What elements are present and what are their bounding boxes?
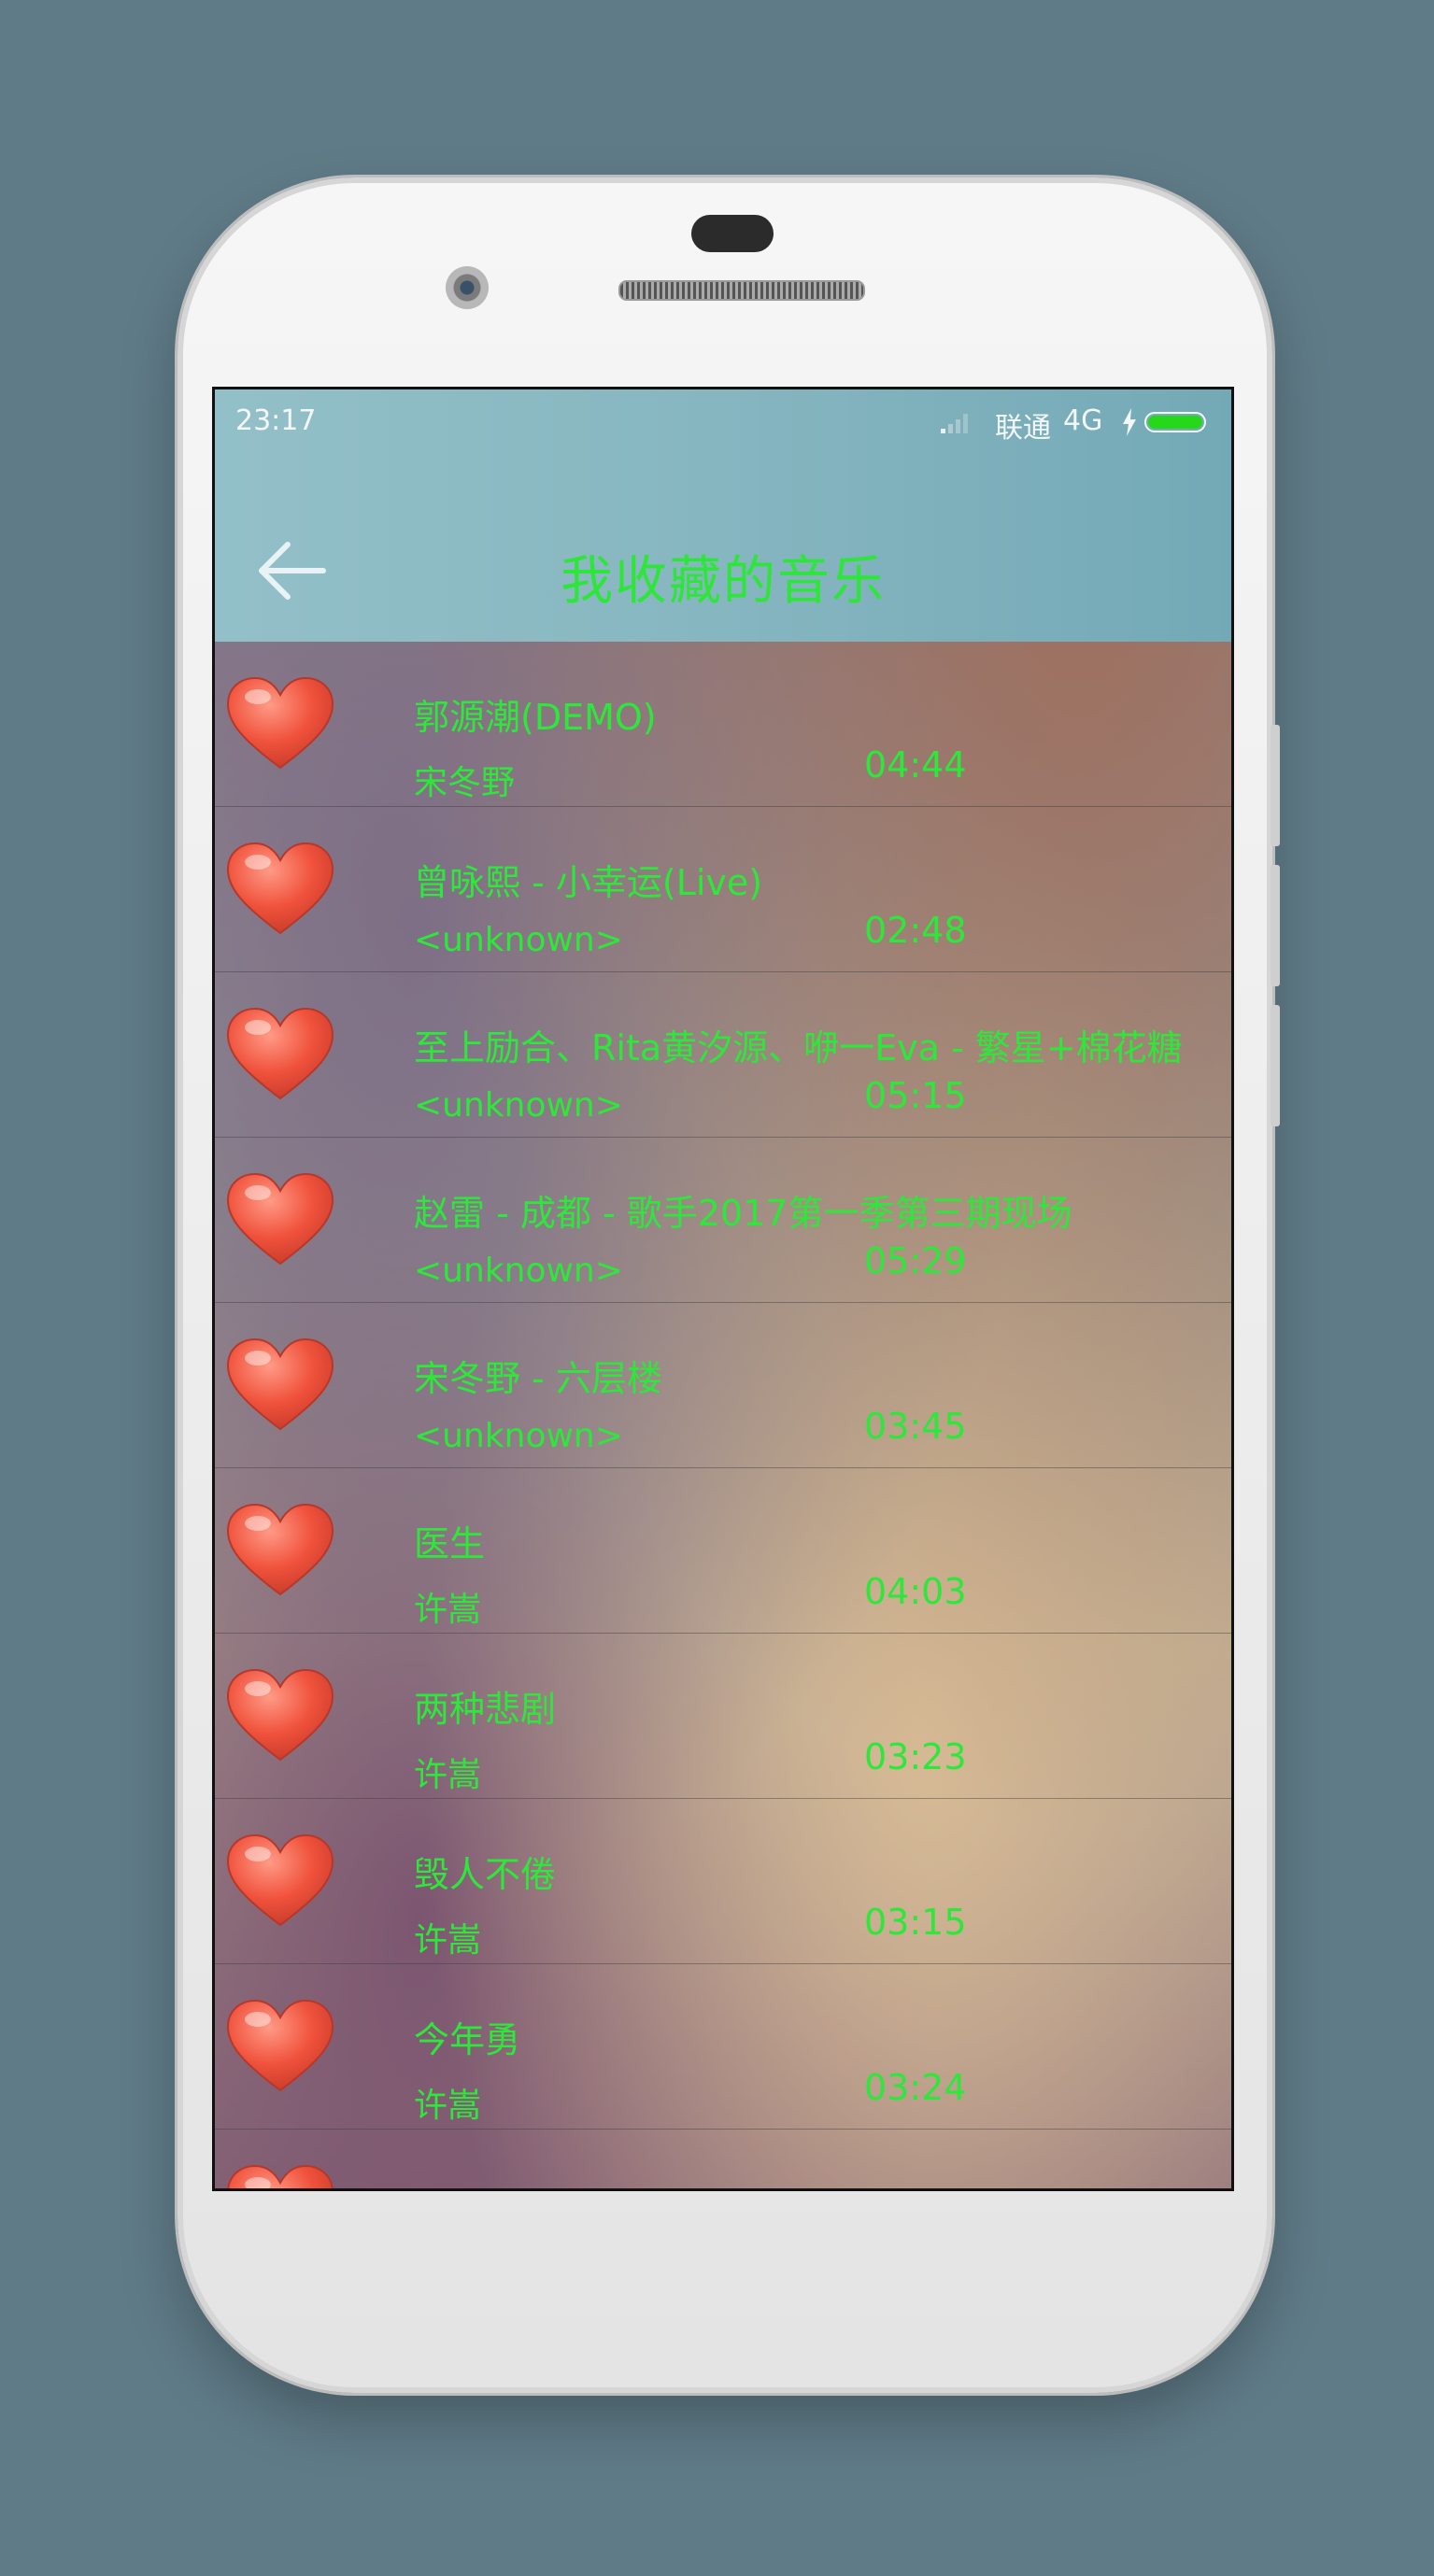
song-row[interactable]: 两种悲剧许嵩 03:23 [215, 1634, 1231, 1799]
app-screen: 23:17 联通 4G 我收藏的音乐 郭源潮(DEMO) 宋冬野 04:44 曾… [212, 387, 1234, 2191]
song-title: 宋冬野 - 六层楼 [414, 1358, 662, 1399]
song-row[interactable]: 赵雷 - 成都 - 歌手2017第一季第三期现场 <unknown> 05:29 [215, 1138, 1231, 1303]
song-row[interactable]: 至上励合、Rita黄汐源、咿一Eva - 繁星+棉花糖 <unknown> 05:1… [215, 972, 1231, 1138]
status-bar: 23:17 联通 4G [215, 389, 1231, 455]
heart-icon[interactable] [224, 2162, 336, 2191]
status-time: 23:17 [235, 404, 317, 437]
front-camera [446, 266, 489, 309]
charging-icon [1123, 408, 1136, 436]
volume-down-button [1271, 865, 1280, 986]
song-duration: 04:44 [864, 744, 967, 786]
song-title: 医生 [414, 1523, 486, 1564]
volume-up-button [1271, 725, 1280, 846]
heart-icon[interactable] [224, 1666, 336, 1765]
page-title: 我收藏的音乐 [561, 551, 886, 612]
battery-level [1148, 416, 1202, 429]
signal-icon [941, 414, 968, 433]
battery-icon [1144, 412, 1206, 432]
song-row-partial[interactable] [215, 2130, 1231, 2191]
song-artist: <unknown> [414, 1086, 623, 1125]
song-row[interactable]: 郭源潮(DEMO) 宋冬野 04:44 [215, 642, 1231, 807]
favorite-song-list: 郭源潮(DEMO) 宋冬野 04:44 曾咏熙 - 小幸运(Live) <unknow… [215, 642, 1231, 2191]
song-artist: 许嵩 [414, 1591, 482, 1629]
song-row[interactable]: 宋冬野 - 六层楼 <unknown> 03:45 [215, 1303, 1231, 1468]
song-row[interactable]: 毁人不倦许嵩 03:15 [215, 1799, 1231, 1964]
song-title: 毁人不倦 [414, 1854, 557, 1895]
song-duration: 04:03 [864, 1571, 967, 1612]
song-row[interactable]: 曾咏熙 - 小幸运(Live) <unknown> 02:48 [215, 807, 1231, 972]
song-artist: <unknown> [414, 1252, 623, 1290]
song-duration: 05:29 [864, 1240, 967, 1281]
song-row[interactable]: 今年勇许嵩 03:24 [215, 1964, 1231, 2130]
heart-icon[interactable] [224, 1170, 336, 1269]
song-duration: 03:15 [864, 1902, 967, 1943]
heart-icon[interactable] [224, 1997, 336, 2096]
song-row[interactable]: 医生许嵩 04:03 [215, 1468, 1231, 1634]
song-title: 两种悲剧 [414, 1689, 557, 1730]
power-button [1271, 1005, 1280, 1126]
song-artist: <unknown> [414, 1417, 623, 1455]
heart-icon[interactable] [224, 1005, 336, 1104]
song-artist: 许嵩 [414, 1756, 482, 1794]
heart-icon[interactable] [224, 674, 336, 773]
song-title: 至上励合、Rita黄汐源、咿一Eva - 繁星+棉花糖 [414, 1027, 1183, 1069]
song-duration: 05:15 [864, 1075, 967, 1116]
song-duration: 03:24 [864, 2067, 967, 2108]
song-title: 曾咏熙 - 小幸运(Live) [414, 862, 763, 903]
heart-icon[interactable] [224, 840, 336, 939]
song-artist: 许嵩 [414, 1921, 482, 1960]
song-duration: 02:48 [864, 910, 967, 951]
song-title: 郭源潮(DEMO) [414, 697, 657, 738]
song-duration: 03:23 [864, 1736, 967, 1777]
song-artist: 许嵩 [414, 2087, 482, 2125]
song-artist: 宋冬野 [414, 764, 516, 802]
heart-icon[interactable] [224, 1336, 336, 1435]
heart-icon[interactable] [224, 1832, 336, 1931]
heart-icon[interactable] [224, 1501, 336, 1600]
song-title: 今年勇 [414, 2019, 521, 2060]
song-duration: 03:45 [864, 1406, 967, 1447]
song-artist: <unknown> [414, 921, 623, 959]
phone-speaker [618, 280, 865, 301]
network-type: 4G [1063, 404, 1103, 437]
song-title: 赵雷 - 成都 - 歌手2017第一季第三期现场 [414, 1193, 1072, 1234]
app-header: 23:17 联通 4G 我收藏的音乐 [215, 389, 1231, 642]
carrier-label: 联通 [995, 412, 1051, 445]
phone-earpiece [691, 215, 774, 252]
